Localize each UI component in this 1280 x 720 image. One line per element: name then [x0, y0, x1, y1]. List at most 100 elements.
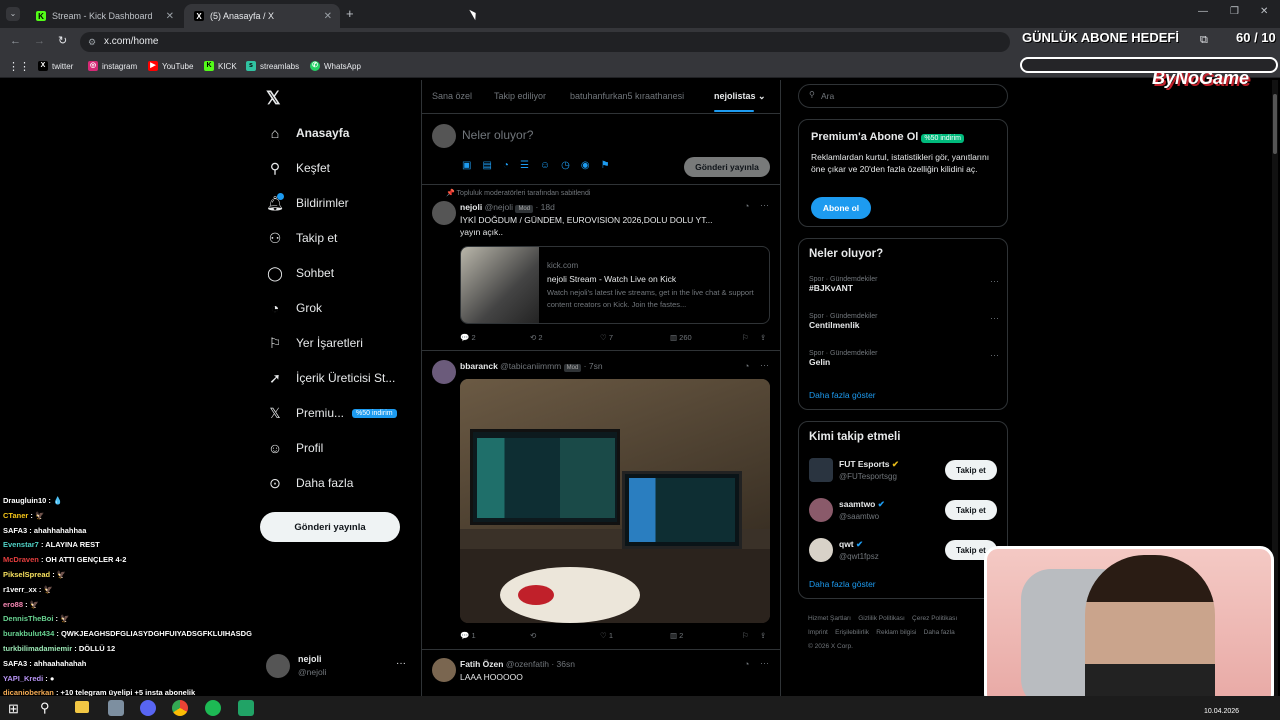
show-more-link[interactable]: Daha fazla göster: [809, 579, 876, 589]
trend-item[interactable]: Spor · Gündemdekiler Centilmenlik ···: [809, 313, 999, 330]
author-name[interactable]: bbaranck: [460, 361, 498, 371]
schedule-icon[interactable]: ◷: [561, 160, 570, 171]
flag-icon[interactable]: ⚑: [601, 160, 610, 171]
nav-item-11[interactable]: ⊙ Daha fazla: [266, 468, 353, 498]
footer-link[interactable]: Çerez Politikası: [912, 615, 957, 622]
repost-button[interactable]: ⟲: [530, 631, 536, 640]
close-icon[interactable]: ✕: [324, 11, 332, 22]
scrollbar-thumb[interactable]: [1273, 94, 1277, 154]
author-name[interactable]: nejoli: [460, 202, 482, 212]
gif-icon[interactable]: ▤: [482, 160, 491, 171]
grok-icon[interactable]: ◔: [503, 160, 509, 171]
minimize-button[interactable]: —: [1198, 6, 1208, 17]
nav-item-7[interactable]: ⚐ Yer İşaretleri: [266, 328, 363, 358]
extensions-icon[interactable]: ⧉: [1200, 34, 1208, 47]
close-icon[interactable]: ✕: [166, 11, 174, 22]
trend-item[interactable]: Spor · Gündemdekiler Gelin ···: [809, 350, 999, 367]
spotify-icon[interactable]: [205, 700, 221, 716]
new-tab-button[interactable]: +: [346, 6, 354, 21]
file-explorer-icon[interactable]: [75, 701, 89, 713]
bookmark-instagram[interactable]: ◎ instagram: [88, 61, 137, 71]
more-icon[interactable]: ···: [990, 313, 999, 323]
tab-search-icon[interactable]: ⌄: [6, 7, 20, 21]
tab-nejolistas[interactable]: nejolistas ⌄: [714, 91, 766, 102]
search-icon[interactable]: ⚲: [40, 700, 50, 716]
suggestion-row[interactable]: saamtwo ✔ @saamtwo Takip et: [809, 498, 1007, 526]
x-logo-icon[interactable]: 𝕏: [266, 88, 281, 109]
grok-icon[interactable]: ◔: [744, 361, 749, 371]
suggestion-row[interactable]: FUT Esports ✔ @FUTesportsgg Takip et: [809, 458, 1007, 486]
bookmark-icon[interactable]: ⚐: [742, 631, 749, 640]
footer-link[interactable]: Imprint: [808, 629, 828, 636]
location-icon[interactable]: ◉: [581, 160, 590, 171]
grok-icon[interactable]: ◔: [744, 201, 749, 211]
tab-following[interactable]: Takip ediliyor: [494, 91, 546, 101]
bookmark-twitter[interactable]: Xtwitter: [38, 61, 73, 71]
bookmark-streamlabs[interactable]: s streamlabs: [246, 61, 299, 71]
subscribe-button[interactable]: Abone ol: [811, 197, 871, 219]
follow-button[interactable]: Takip et: [945, 460, 997, 480]
composer-input[interactable]: Neler oluyor?: [462, 128, 533, 142]
site-info-icon[interactable]: ⚙: [88, 32, 96, 52]
link-card[interactable]: kick.com nejoli Stream - Watch Live on K…: [460, 246, 770, 324]
reply-button[interactable]: 💬 1: [460, 631, 476, 640]
composer-post-button[interactable]: Gönderi yayınla: [684, 157, 770, 177]
bookmark-icon[interactable]: ⚐: [742, 333, 749, 342]
footer-link[interactable]: Gizlilik Politikası: [858, 615, 905, 622]
bookmark-whatsapp[interactable]: ✆ WhatsApp: [310, 61, 361, 71]
more-icon[interactable]: ···: [760, 360, 769, 370]
footer-link[interactable]: Daha fazla: [924, 629, 955, 636]
like-button[interactable]: ♡ 1: [600, 631, 613, 640]
footer-link[interactable]: Hizmet Şartları: [808, 615, 851, 622]
author-name[interactable]: Fatih Özen: [460, 659, 503, 669]
footer-link[interactable]: Reklam bilgisi: [876, 629, 916, 636]
nav-item-2[interactable]: ⚲ Keşfet: [266, 153, 330, 183]
more-icon[interactable]: ···: [760, 200, 769, 210]
tab-for-you[interactable]: Sana özel: [432, 91, 472, 101]
repost-button[interactable]: ⟲ 2: [530, 333, 543, 342]
tab-x-home[interactable]: X (5) Anasayfa / X ✕: [184, 4, 340, 28]
nav-item-1[interactable]: ⌂ Anasayfa: [266, 118, 350, 148]
nav-item-6[interactable]: ◔ Grok: [266, 293, 322, 323]
poll-icon[interactable]: ☰: [520, 160, 529, 171]
grok-icon[interactable]: ◔: [744, 659, 749, 669]
image-icon[interactable]: ▣: [462, 160, 471, 171]
tab-community[interactable]: batuhanfurkan5 kıraathanesi: [570, 91, 684, 101]
share-icon[interactable]: ⇪: [760, 631, 766, 640]
footer-link[interactable]: Erişilebilirlik: [835, 629, 869, 636]
trend-item[interactable]: Spor · Gündemdekiler #BJKvANT ···: [809, 276, 999, 293]
emoji-icon[interactable]: ☺: [540, 160, 550, 171]
maximize-button[interactable]: ❐: [1230, 6, 1239, 17]
nav-item-9[interactable]: 𝕏 Premiu... %50 indirim: [266, 398, 397, 428]
apps-icon[interactable]: ⋮⋮: [8, 60, 30, 73]
reload-icon[interactable]: ↻: [58, 34, 67, 47]
suggestion-row[interactable]: qwt ✔ @qwt1fpsz Takip et: [809, 538, 1007, 566]
chrome-icon[interactable]: [172, 700, 188, 716]
nav-item-5[interactable]: ◯ Sohbet: [266, 258, 334, 288]
like-button[interactable]: ♡ 7: [600, 333, 613, 342]
reply-button[interactable]: 💬 2: [460, 333, 476, 342]
more-icon[interactable]: ···: [990, 276, 999, 286]
forward-icon[interactable]: →: [34, 35, 45, 47]
nav-item-10[interactable]: ☺ Profil: [266, 433, 324, 463]
close-window-button[interactable]: ✕: [1260, 6, 1268, 17]
search-input[interactable]: ⚲ Ara: [798, 84, 1008, 108]
more-icon[interactable]: ···: [760, 658, 769, 668]
nav-item-8[interactable]: ➚ İçerik Üreticisi St...: [266, 363, 395, 393]
nav-item-4[interactable]: ⚇ Takip et: [266, 223, 338, 253]
account-switcher[interactable]: nejoli @nejoli ···: [266, 652, 410, 684]
windows-start-icon[interactable]: ⊞: [8, 701, 19, 717]
back-icon[interactable]: ←: [10, 35, 21, 47]
url-field[interactable]: ⚙ x.com/home: [80, 32, 1010, 52]
more-icon[interactable]: ···: [990, 350, 999, 360]
more-icon[interactable]: ···: [396, 658, 406, 669]
follow-button[interactable]: Takip et: [945, 500, 997, 520]
post-button[interactable]: Gönderi yayınla: [260, 512, 400, 542]
share-icon[interactable]: ⇪: [760, 333, 766, 342]
bookmark-kick[interactable]: K KICK: [204, 61, 237, 71]
app-icon[interactable]: [238, 700, 254, 716]
app-icon[interactable]: [108, 700, 124, 716]
tab-kick-dashboard[interactable]: K Stream - Kick Dashboard ✕: [26, 4, 182, 28]
show-more-link[interactable]: Daha fazla göster: [809, 390, 876, 400]
post-image[interactable]: [460, 379, 770, 623]
